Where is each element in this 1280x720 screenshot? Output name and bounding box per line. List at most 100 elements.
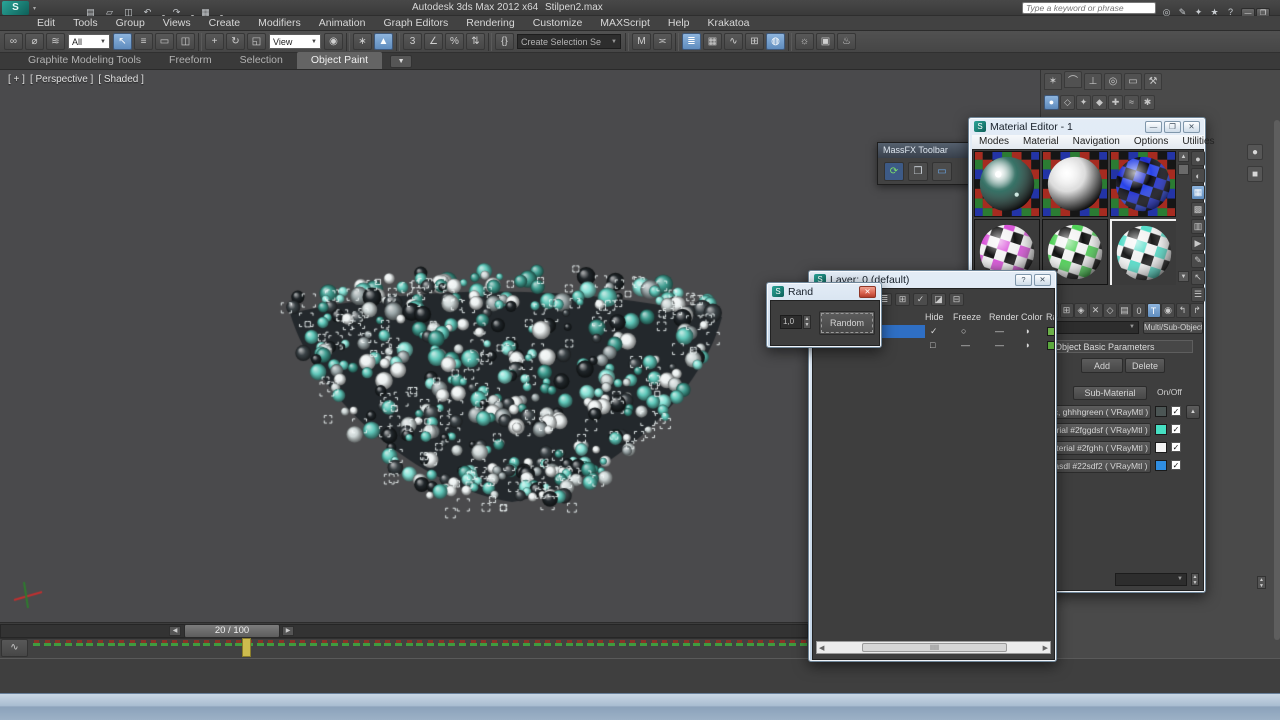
- rigid-body-icon[interactable]: ❒: [908, 162, 928, 181]
- render-cell[interactable]: ◗: [1025, 325, 1030, 338]
- menu-animation[interactable]: Animation: [310, 16, 375, 30]
- select-and-manipulate-button[interactable]: ∗: [353, 33, 372, 50]
- ribbon-collapse-button[interactable]: ▼: [390, 55, 413, 68]
- sub-material-color-swatch[interactable]: [1155, 406, 1167, 417]
- menu-maxscript[interactable]: MAXScript: [591, 16, 659, 30]
- current-mark[interactable]: ✓: [930, 325, 938, 338]
- sub-material-button-4[interactable]: lasdl #22sdf2 ( VRayMtl ): [1049, 459, 1151, 473]
- menu-rendering[interactable]: Rendering: [457, 16, 523, 30]
- me-bottom-spinner[interactable]: ▲ ▼: [1191, 573, 1199, 586]
- select-in-layer-icon[interactable]: ✓: [913, 293, 928, 306]
- application-menu-button[interactable]: S: [2, 1, 29, 15]
- sample-uv-tiling-icon[interactable]: ▩: [1191, 202, 1205, 217]
- me-menu-modes[interactable]: Modes: [972, 135, 1016, 149]
- column-header-freeze[interactable]: Freeze: [953, 311, 981, 324]
- edit-named-selection-sets-button[interactable]: {}: [495, 33, 514, 50]
- hierarchy-tab[interactable]: ⊥: [1084, 73, 1102, 90]
- ribbon-toggle-button[interactable]: ▦: [703, 33, 722, 50]
- delete-submaterial-button[interactable]: Delete: [1125, 358, 1165, 373]
- sample-background-icon[interactable]: ▦: [1191, 185, 1205, 200]
- make-unique-icon[interactable]: ◇: [1103, 303, 1117, 318]
- viewport-menu-view[interactable]: [ Perspective ]: [30, 74, 93, 85]
- selection-region-button[interactable]: ▭: [155, 33, 174, 50]
- viewport-menu-plus[interactable]: [ + ]: [8, 74, 25, 85]
- snap-toggle-3d-button[interactable]: 3: [403, 33, 422, 50]
- close-icon[interactable]: ✕: [1034, 273, 1051, 286]
- render-setup-button[interactable]: ☼: [795, 33, 814, 50]
- sample-type-icon[interactable]: ●: [1191, 151, 1205, 166]
- create-tab[interactable]: ✶: [1044, 73, 1062, 90]
- freeze-cell[interactable]: —: [995, 339, 1004, 352]
- scroll-thumb[interactable]: ⦀⦀⦀: [862, 643, 1007, 652]
- material-type-button[interactable]: Multi/Sub-Object: [1143, 321, 1203, 334]
- me-menu-utilities[interactable]: Utilities: [1175, 135, 1221, 149]
- minimize-icon[interactable]: —: [1145, 120, 1162, 133]
- material-options-icon[interactable]: ✎: [1191, 253, 1205, 268]
- select-place-button[interactable]: ▲: [374, 33, 393, 50]
- column-header-radio[interactable]: Radio: [1046, 311, 1054, 324]
- scroll-left-icon[interactable]: ◀: [819, 644, 824, 652]
- command-panel-scrollbar[interactable]: [1274, 120, 1280, 640]
- tab-freeform[interactable]: Freeform: [155, 52, 226, 69]
- sub-material-button-1[interactable]: ic, ghhhgreen ( VRayMtl ): [1049, 405, 1151, 419]
- menu-customize[interactable]: Customize: [524, 16, 592, 30]
- rand-dialog-titlebar[interactable]: S Rand ✕: [767, 283, 881, 300]
- random-value-spinner[interactable]: ▲ ▼: [803, 315, 811, 329]
- help-icon[interactable]: ?: [1015, 273, 1032, 286]
- material-editor-titlebar[interactable]: S Material Editor - 1 — ❐ ✕: [969, 118, 1205, 135]
- material-slot-3[interactable]: [1109, 150, 1177, 218]
- slots-scroll-up-icon[interactable]: ▲: [1178, 151, 1189, 162]
- add-submaterial-button[interactable]: Add: [1081, 358, 1123, 373]
- menu-help[interactable]: Help: [659, 16, 699, 30]
- add-to-layer-icon[interactable]: ⊞: [895, 293, 910, 306]
- sub-material-on-checkbox[interactable]: ✓: [1171, 424, 1181, 434]
- sub-material-on-checkbox[interactable]: ✓: [1171, 460, 1181, 470]
- menu-create[interactable]: Create: [200, 16, 250, 30]
- select-and-scale-button[interactable]: ◱: [247, 33, 266, 50]
- assign-to-selection-icon[interactable]: ◈: [1074, 303, 1088, 318]
- select-and-move-button[interactable]: +: [205, 33, 224, 50]
- viewport-label[interactable]: [ + ] [ Perspective ] [ Shaded ]: [8, 74, 149, 85]
- close-icon[interactable]: ✕: [859, 285, 876, 298]
- bind-to-space-warp-button[interactable]: ≋: [46, 33, 65, 50]
- hide-cell[interactable]: ○: [961, 325, 966, 338]
- material-slot-1[interactable]: [973, 150, 1041, 218]
- menu-modifiers[interactable]: Modifiers: [249, 16, 310, 30]
- panel-widget-square[interactable]: ■: [1247, 166, 1263, 182]
- sub-material-spinner[interactable]: ▲: [1186, 405, 1200, 419]
- put-to-scene-icon[interactable]: ⊞: [1059, 303, 1074, 318]
- select-and-link-button[interactable]: ∞: [4, 33, 23, 50]
- slots-scroll-down-icon[interactable]: ▼: [1178, 271, 1189, 282]
- current-mark[interactable]: □: [930, 339, 935, 352]
- layer-color-swatch[interactable]: [1047, 327, 1054, 336]
- spinner-snap-button[interactable]: ⇅: [466, 33, 485, 50]
- sub-material-on-checkbox[interactable]: ✓: [1171, 406, 1181, 416]
- mini-curve-editor-button[interactable]: ∿: [1, 639, 28, 657]
- time-slider-track[interactable]: [0, 624, 808, 638]
- motion-tab[interactable]: ◎: [1104, 73, 1122, 90]
- tab-graphite-modeling-tools[interactable]: Graphite Modeling Tools: [14, 52, 155, 69]
- menu-group[interactable]: Group: [107, 16, 154, 30]
- align-button[interactable]: ≍: [653, 33, 672, 50]
- capsule-icon[interactable]: ▭: [932, 162, 952, 181]
- material-slot-2[interactable]: [1041, 150, 1109, 218]
- menu-edit[interactable]: Edit: [28, 16, 64, 30]
- helpers-category[interactable]: ✚: [1108, 95, 1123, 110]
- make-preview-icon[interactable]: ▶: [1191, 236, 1205, 251]
- viewport-menu-shading[interactable]: [ Shaded ]: [98, 74, 144, 85]
- video-color-check-icon[interactable]: ▥: [1191, 219, 1205, 234]
- me-menu-navigation[interactable]: Navigation: [1066, 135, 1127, 149]
- backlight-icon[interactable]: ◐: [1191, 168, 1205, 183]
- hide-cell[interactable]: —: [961, 339, 970, 352]
- previous-frame-arrow[interactable]: ◀: [169, 626, 181, 636]
- time-slider-handle[interactable]: 20 / 100: [184, 624, 280, 638]
- maximize-icon[interactable]: ❐: [1164, 120, 1181, 133]
- material-id-icon[interactable]: 0: [1132, 303, 1146, 318]
- me-menu-options[interactable]: Options: [1127, 135, 1175, 149]
- show-end-result-icon[interactable]: ◉: [1161, 303, 1175, 318]
- systems-category[interactable]: ✱: [1140, 95, 1155, 110]
- render-production-button[interactable]: ♨: [837, 33, 856, 50]
- material-slot-6[interactable]: [1110, 219, 1176, 285]
- cameras-category[interactable]: ◆: [1092, 95, 1107, 110]
- select-by-name-button[interactable]: ≡: [134, 33, 153, 50]
